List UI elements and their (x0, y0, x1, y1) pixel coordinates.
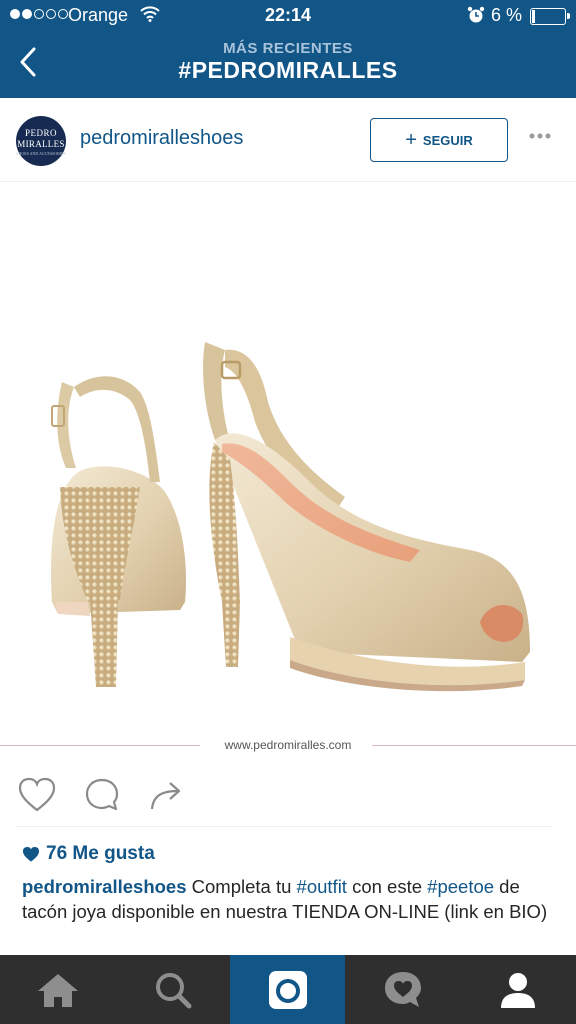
share-icon[interactable] (148, 777, 184, 813)
camera-icon (268, 970, 307, 1009)
comment-icon[interactable] (84, 777, 120, 813)
alarm-icon (467, 6, 485, 23)
tab-home[interactable] (0, 955, 115, 1024)
shoes-image (50, 342, 530, 692)
more-options-icon[interactable] (528, 132, 552, 140)
avatar-line-1: PEDRO (24, 128, 57, 138)
battery-percentage: 6 % (491, 5, 523, 25)
post-caption: pedromiralleshoes Completa tu #outfit co… (22, 874, 562, 924)
actions-divider (16, 826, 552, 827)
hashtag-peetoe[interactable]: #peetoe (427, 876, 494, 897)
plus-icon: + (405, 129, 417, 151)
post-header: PEDRO MIRALLES SHOES AND ACCESSORIES ped… (0, 98, 576, 182)
post-username[interactable]: pedromiralleshoes (80, 127, 243, 150)
search-icon (155, 972, 191, 1008)
status-bar: Orange 22:14 6 % (0, 0, 576, 34)
tab-activity[interactable] (345, 955, 460, 1024)
caption-text-2: con este (346, 876, 428, 897)
heart-icon[interactable] (18, 777, 56, 813)
nav-subtitle: MÁS RECIENTES (223, 40, 353, 57)
avatar-line-3: SHOES AND ACCESSORIES (16, 151, 66, 156)
post-actions (0, 765, 576, 827)
tab-profile[interactable] (460, 955, 575, 1024)
tab-search[interactable] (115, 955, 230, 1024)
hashtag-outfit[interactable]: #outfit (297, 876, 347, 897)
likes-heart-icon (22, 846, 40, 862)
tab-bar (0, 955, 576, 1024)
caption-username[interactable]: pedromiralleshoes (22, 876, 187, 897)
likes-count[interactable]: 76 Me gusta (22, 843, 155, 865)
follow-button-label: SEGUIR (422, 132, 473, 148)
avatar-line-2: MIRALLES (17, 139, 65, 149)
home-icon (37, 973, 78, 1007)
post-photo[interactable]: www.pedromiralles.com (0, 182, 576, 765)
activity-icon (384, 971, 421, 1007)
watermark-line-right (372, 745, 576, 746)
battery-icon (530, 8, 570, 25)
tab-camera[interactable] (230, 955, 345, 1024)
follow-button[interactable]: + SEGUIR (370, 118, 508, 162)
profile-icon (500, 972, 535, 1008)
avatar[interactable]: PEDRO MIRALLES SHOES AND ACCESSORIES (16, 116, 66, 166)
page-title: #PEDROMIRALLES (178, 57, 398, 83)
clock: 22:14 (264, 5, 312, 25)
caption-text-1: Completa tu (186, 876, 297, 897)
top-bar: Orange 22:14 6 % MÁS RECIENTES #PEDROMIR… (0, 0, 576, 98)
likes-label: 76 Me gusta (46, 843, 155, 864)
